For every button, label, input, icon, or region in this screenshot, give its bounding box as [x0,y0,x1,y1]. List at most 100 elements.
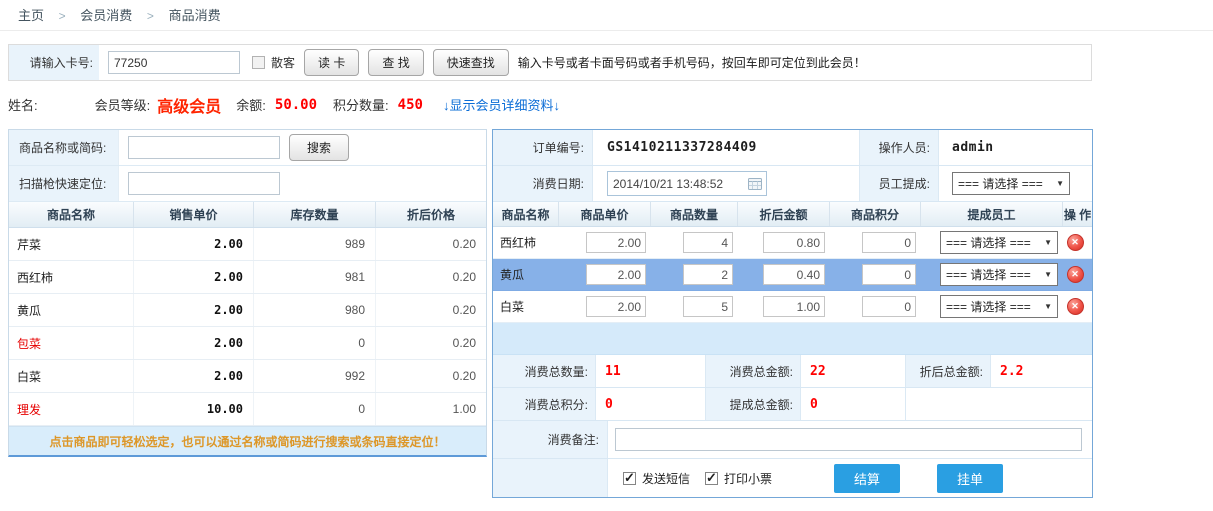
cart-item-name: 白菜 [493,291,559,322]
calendar-icon[interactable] [748,177,762,190]
member-info-bar: 姓名: 会员等级: 高级会员 余额: 50.00 积分数量: 450 ↓显示会员… [8,92,1213,117]
cart-header-price: 商品单价 [559,202,651,226]
cart-staff-select[interactable]: === 请选择 ===▼ [940,263,1058,286]
total-discount-label: 折后总金额: [906,355,991,387]
cart-item-name: 黄瓜 [493,259,559,290]
product-discount-price: 0.20 [376,228,486,260]
cart-qty-input[interactable] [683,232,733,253]
cart-header-qty: 商品数量 [651,202,738,226]
cart-staff-select[interactable]: === 请选择 ===▼ [940,295,1058,318]
chevron-down-icon: ▼ [1056,179,1064,188]
walk-in-label: 散客 [271,54,295,71]
product-discount-price: 0.20 [376,294,486,326]
total-commission-label: 提成总金额: [706,388,801,420]
member-name-label: 姓名: [8,95,38,114]
remark-row: 消费备注: [493,421,1092,459]
product-price: 10.00 [134,393,254,425]
find-button[interactable]: 查 找 [368,49,423,76]
order-no-label: 订单编号: [493,130,593,165]
product-discount-price: 0.20 [376,327,486,359]
card-number-input[interactable] [108,51,240,74]
total-amount-value: 22 [801,355,906,387]
cart-header-operation: 操 作 [1063,202,1092,226]
breadcrumb: 主页 > 会员消费 > 商品消费 [0,0,1213,31]
total-amount-label: 消费总金额: [706,355,801,387]
cart-qty-input[interactable] [683,296,733,317]
consume-date-input[interactable]: 2014/10/21 13:48:52 [607,171,767,196]
breadcrumb-item-member-consume[interactable]: 会员消费 [80,8,132,23]
member-level-label: 会员等级: [95,95,151,114]
cart-points-input[interactable] [862,232,916,253]
settle-button[interactable]: 结算 [834,464,900,493]
column-header-stock: 库存数量 [254,202,376,227]
cart-price-input[interactable] [586,264,646,285]
product-stock: 0 [254,393,376,425]
cart-row[interactable]: 黄瓜 === 请选择 ===▼ ✕ [493,259,1092,291]
card-number-label: 请输入卡号: [9,45,99,80]
operator-value: admin [952,140,994,155]
product-row[interactable]: 西红柿 2.00 981 0.20 [9,261,486,294]
chevron-down-icon: ▼ [1044,270,1052,279]
cart-discount-amount-input[interactable] [763,296,825,317]
balance-value: 50.00 [275,97,317,113]
cart-discount-amount-input[interactable] [763,264,825,285]
cart-header-points: 商品积分 [830,202,921,226]
breadcrumb-item-home[interactable]: 主页 [18,8,44,23]
total-points-value: 0 [596,388,706,420]
barcode-scan-row: 扫描枪快速定位: [9,166,486,202]
cart-header-discount-amount: 折后金额 [738,202,830,226]
product-search-input[interactable] [128,136,280,159]
product-row[interactable]: 芹菜 2.00 989 0.20 [9,228,486,261]
order-no-value: GS1410211337284409 [607,140,757,155]
show-member-detail-link[interactable]: ↓显示会员详细资料↓ [443,95,560,114]
print-ticket-checkbox[interactable] [705,472,718,485]
staff-commission-select[interactable]: === 请选择 === ▼ [952,172,1070,195]
product-table-header: 商品名称 销售单价 库存数量 折后价格 [9,202,486,228]
remark-input[interactable] [615,428,1082,451]
operator-label: 操作人员: [859,130,939,165]
barcode-scan-input[interactable] [128,172,280,195]
consume-date-label: 消费日期: [493,166,593,201]
quick-find-button[interactable]: 快速查找 [433,49,509,76]
points-value: 450 [398,97,423,113]
order-panel: 订单编号: GS1410211337284409 操作人员: admin 消费日… [492,129,1093,498]
breadcrumb-item-product-consume[interactable]: 商品消费 [169,8,221,23]
product-discount-price: 0.20 [376,261,486,293]
hold-order-button[interactable]: 挂单 [937,464,1003,493]
cart-qty-input[interactable] [683,264,733,285]
cart-discount-amount-input[interactable] [763,232,825,253]
product-row[interactable]: 黄瓜 2.00 980 0.20 [9,294,486,327]
cart-row[interactable]: 白菜 === 请选择 ===▼ ✕ [493,291,1092,323]
totals-row-1: 消费总数量: 11 消费总金额: 22 折后总金额: 2.2 [493,355,1092,388]
read-card-button[interactable]: 读 卡 [304,49,359,76]
product-row[interactable]: 白菜 2.00 992 0.20 [9,360,486,393]
cart-price-input[interactable] [586,232,646,253]
breadcrumb-separator: > [147,9,154,23]
chevron-down-icon: ▼ [1044,238,1052,247]
column-header-name: 商品名称 [9,202,134,227]
main-content: 商品名称或简码: 搜索 扫描枪快速定位: 商品名称 销售单价 库存数量 折后价格… [8,129,1213,498]
product-name: 包菜 [9,327,134,359]
product-name: 芹菜 [9,228,134,260]
cart-staff-select[interactable]: === 请选择 ===▼ [940,231,1058,254]
product-stock: 992 [254,360,376,392]
walk-in-checkbox[interactable] [252,56,265,69]
points-label: 积分数量: [333,95,389,114]
product-name: 黄瓜 [9,294,134,326]
product-discount-price: 0.20 [376,360,486,392]
delete-item-icon[interactable]: ✕ [1067,298,1084,315]
delete-item-icon[interactable]: ✕ [1067,234,1084,251]
send-sms-checkbox[interactable] [623,472,636,485]
cart-staff-selected-value: === 请选择 === [946,298,1031,315]
product-row[interactable]: 包菜 2.00 0 0.20 [9,327,486,360]
cart-row[interactable]: 西红柿 === 请选择 ===▼ ✕ [493,227,1092,259]
totals-empty-cell [906,388,1092,420]
cart-points-input[interactable] [862,264,916,285]
product-price: 2.00 [134,228,254,260]
delete-item-icon[interactable]: ✕ [1067,266,1084,283]
cart-price-input[interactable] [586,296,646,317]
search-button[interactable]: 搜索 [289,134,349,161]
cart-points-input[interactable] [862,296,916,317]
product-row[interactable]: 理发 10.00 0 1.00 [9,393,486,426]
remark-label: 消费备注: [493,421,608,458]
